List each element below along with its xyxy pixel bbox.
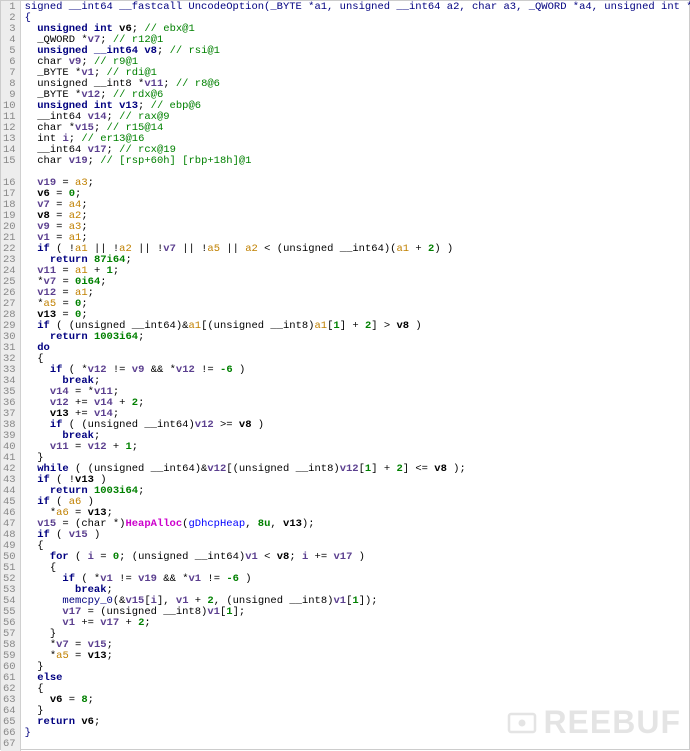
decompiler-code-view: 1234567891011121314151617181920212223242… [1,1,689,751]
line-number-gutter: 1234567891011121314151617181920212223242… [1,1,21,751]
code-area[interactable]: signed __int64 __fastcall UncodeOption(_… [21,1,690,751]
